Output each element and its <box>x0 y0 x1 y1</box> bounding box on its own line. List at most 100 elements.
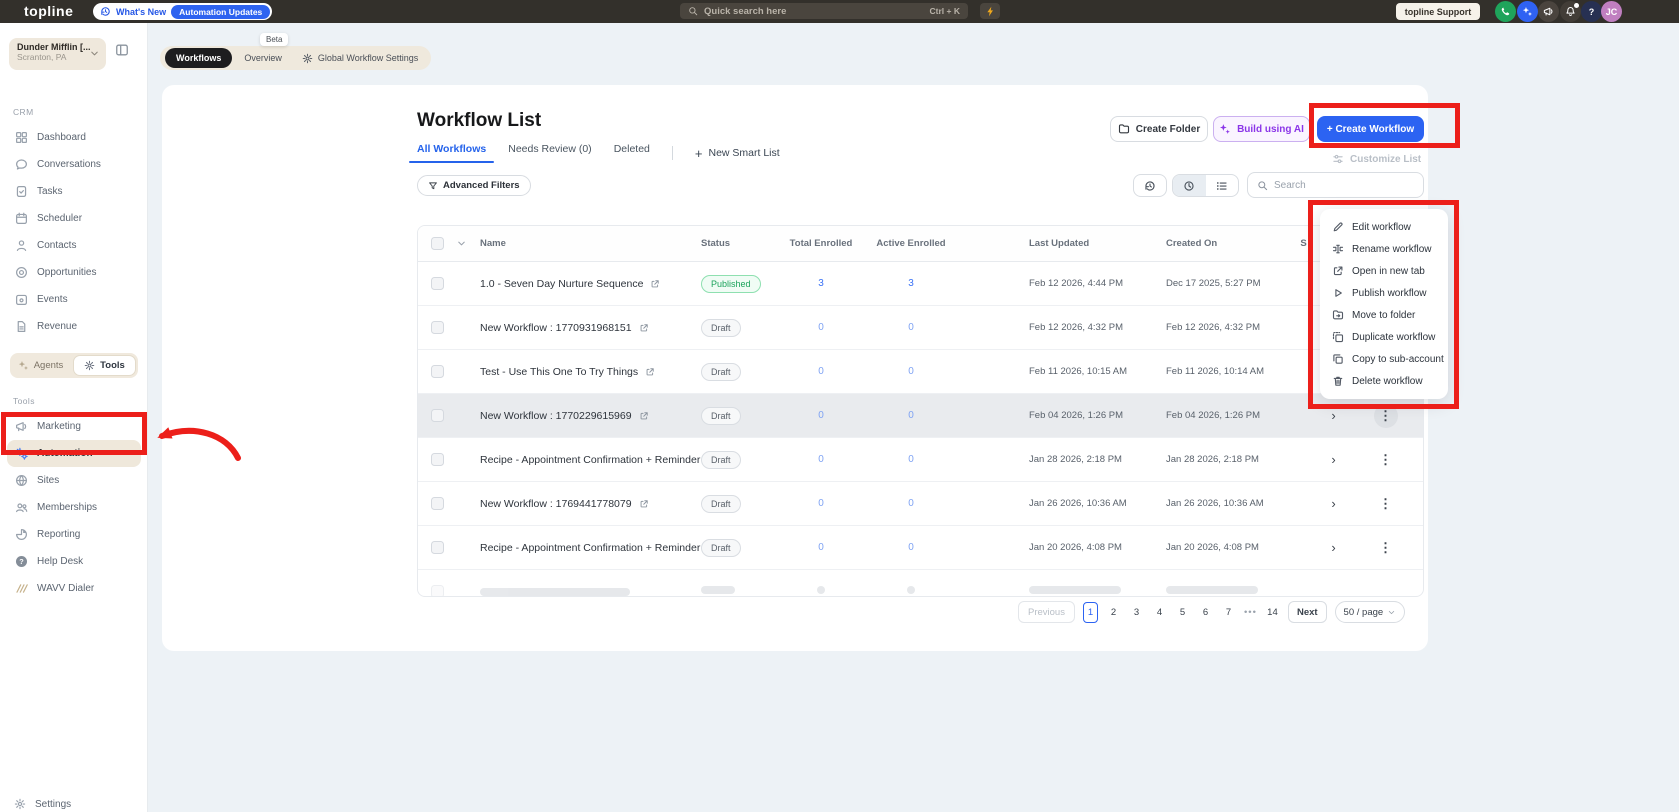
list-view-button[interactable] <box>1206 175 1239 196</box>
workflow-name-link[interactable]: Recipe - Appointment Confirmation + Remi… <box>480 542 701 554</box>
total-enrolled-link[interactable]: 0 <box>818 410 824 421</box>
sidebar-item-tasks[interactable]: Tasks <box>7 178 141 205</box>
advanced-filters-button[interactable]: Advanced Filters <box>417 175 531 196</box>
select-all-checkbox[interactable] <box>431 237 444 250</box>
page-number-6[interactable]: 6 <box>1198 602 1213 623</box>
new-smart-list-button[interactable]: + New Smart List <box>695 146 780 161</box>
help-button[interactable]: ? <box>1581 1 1602 22</box>
row-checkbox[interactable] <box>431 409 444 422</box>
page-number-14[interactable]: 14 <box>1265 602 1280 623</box>
sidebar-item-conversations[interactable]: Conversations <box>7 151 141 178</box>
workspace-selector[interactable]: Dunder Mifflin [... Scranton, PA <box>9 38 106 70</box>
sidebar-item-dashboard[interactable]: Dashboard <box>7 124 141 151</box>
active-enrolled-link[interactable]: 0 <box>908 366 914 377</box>
sidebar-item-revenue[interactable]: Revenue <box>7 313 141 340</box>
tab-overview[interactable]: Overview <box>236 53 290 63</box>
tab-global-workflow-settings[interactable]: Global Workflow Settings <box>294 53 426 64</box>
growth-tools-button[interactable] <box>1517 1 1538 22</box>
workflow-name-link[interactable]: New Workflow : 1769441778079 <box>480 498 701 510</box>
active-enrolled-link[interactable]: 3 <box>908 278 914 289</box>
header-total-enrolled[interactable]: Total Enrolled <box>781 238 861 249</box>
workflow-search-input[interactable] <box>1274 180 1414 191</box>
workflow-name-link[interactable]: New Workflow : 1770229615969 <box>480 410 701 422</box>
announcements-button[interactable] <box>1538 1 1559 22</box>
active-enrolled-link[interactable]: 0 <box>908 410 914 421</box>
phone-button[interactable] <box>1495 1 1516 22</box>
page-number-3[interactable]: 3 <box>1129 602 1144 623</box>
menu-item-move-folder[interactable]: Move to folder <box>1320 304 1448 326</box>
quick-actions-button[interactable] <box>980 3 1000 19</box>
menu-item-open-new-tab[interactable]: Open in new tab <box>1320 260 1448 282</box>
automation-updates-badge[interactable]: Automation Updates <box>171 5 270 19</box>
sidebar-item-reporting[interactable]: Reporting <box>7 521 141 548</box>
menu-item-copy-sub-account[interactable]: Copy to sub-account <box>1320 348 1448 370</box>
sidebar-item-automation[interactable]: Automation <box>7 440 141 467</box>
customize-list-button[interactable]: Customize List <box>1332 153 1421 165</box>
header-active-enrolled[interactable]: Active Enrolled <box>861 238 961 249</box>
sidebar-item-help-desk[interactable]: ?Help Desk <box>7 548 141 575</box>
row-menu-kebab[interactable]: ⋮ <box>1374 536 1398 560</box>
active-enrolled-link[interactable]: 0 <box>908 322 914 333</box>
page-number-1[interactable]: 1 <box>1083 602 1098 623</box>
tab-all-workflows[interactable]: All Workflows <box>417 143 486 163</box>
total-enrolled-link[interactable]: 0 <box>818 498 824 509</box>
table-row[interactable]: Recipe - Appointment Confirmation + Remi… <box>418 438 1423 482</box>
quick-search-input[interactable] <box>704 6 924 17</box>
menu-item-duplicate[interactable]: Duplicate workflow <box>1320 326 1448 348</box>
sidebar-item-wavv-dialer[interactable]: WAVV Dialer <box>7 575 141 602</box>
expand-row-chevron[interactable]: › <box>1331 452 1335 467</box>
header-last-updated[interactable]: Last Updated <box>961 238 1156 249</box>
menu-item-delete[interactable]: Delete workflow <box>1320 370 1448 392</box>
row-checkbox[interactable] <box>431 365 444 378</box>
next-page-button[interactable]: Next <box>1288 601 1327 623</box>
total-enrolled-link[interactable]: 0 <box>818 322 824 333</box>
page-number-5[interactable]: 5 <box>1175 602 1190 623</box>
expand-row-chevron[interactable]: › <box>1331 496 1335 511</box>
total-enrolled-link[interactable]: 0 <box>818 366 824 377</box>
page-number-4[interactable]: 4 <box>1152 602 1167 623</box>
workflow-name-link[interactable]: Test - Use This One To Try Things <box>480 366 701 378</box>
time-view-button[interactable] <box>1173 175 1206 196</box>
create-workflow-button[interactable]: + Create Workflow <box>1317 116 1424 142</box>
expand-row-chevron[interactable]: › <box>1331 408 1335 423</box>
row-menu-kebab[interactable]: ⋮ <box>1374 448 1398 472</box>
toggle-tools[interactable]: Tools <box>73 355 136 376</box>
create-folder-button[interactable]: Create Folder <box>1110 116 1208 142</box>
row-checkbox[interactable] <box>431 497 444 510</box>
sidebar-item-sites[interactable]: Sites <box>7 467 141 494</box>
workflow-name-link[interactable]: New Workflow : 1770931968151 <box>480 322 701 334</box>
total-enrolled-link[interactable]: 0 <box>818 454 824 465</box>
table-row[interactable]: New Workflow : 1769441778079Draft00Jan 2… <box>418 482 1423 526</box>
sidebar-item-scheduler[interactable]: Scheduler <box>7 205 141 232</box>
table-row[interactable]: Recipe - Appointment Confirmation + Remi… <box>418 526 1423 570</box>
table-row[interactable]: New Workflow : 1770931968151Draft00Feb 1… <box>418 306 1423 350</box>
page-size-select[interactable]: 50 / page <box>1335 601 1406 623</box>
chevron-down-icon[interactable] <box>456 238 467 249</box>
support-button[interactable]: topline Support <box>1396 3 1480 20</box>
sidebar-item-opportunities[interactable]: Opportunities <box>7 259 141 286</box>
row-checkbox[interactable] <box>431 277 444 290</box>
menu-item-publish[interactable]: Publish workflow <box>1320 282 1448 304</box>
active-enrolled-link[interactable]: 0 <box>908 542 914 553</box>
row-checkbox[interactable] <box>431 453 444 466</box>
previous-page-button[interactable]: Previous <box>1018 601 1075 623</box>
workflow-name-link[interactable]: 1.0 - Seven Day Nurture Sequence <box>480 278 701 290</box>
tab-deleted[interactable]: Deleted <box>614 143 650 163</box>
sidebar-item-events[interactable]: Events <box>7 286 141 313</box>
active-enrolled-link[interactable]: 0 <box>908 454 914 465</box>
page-number-2[interactable]: 2 <box>1106 602 1121 623</box>
sidebar-item-marketing[interactable]: Marketing <box>7 413 141 440</box>
workflow-search[interactable] <box>1247 172 1424 198</box>
total-enrolled-link[interactable]: 3 <box>818 278 824 289</box>
row-checkbox[interactable] <box>431 321 444 334</box>
sidebar-item-contacts[interactable]: Contacts <box>7 232 141 259</box>
sidebar-item-settings[interactable]: Settings <box>14 798 71 810</box>
row-menu-kebab[interactable]: ⋮ <box>1374 404 1398 428</box>
header-name[interactable]: Name <box>480 238 701 249</box>
tab-workflows[interactable]: Workflows <box>165 48 232 68</box>
tab-needs-review[interactable]: Needs Review (0) <box>508 143 591 163</box>
expand-row-chevron[interactable]: › <box>1331 540 1335 555</box>
build-using-ai-button[interactable]: Build using AI <box>1213 116 1310 142</box>
page-number-7[interactable]: 7 <box>1221 602 1236 623</box>
row-menu-kebab[interactable]: ⋮ <box>1374 492 1398 516</box>
